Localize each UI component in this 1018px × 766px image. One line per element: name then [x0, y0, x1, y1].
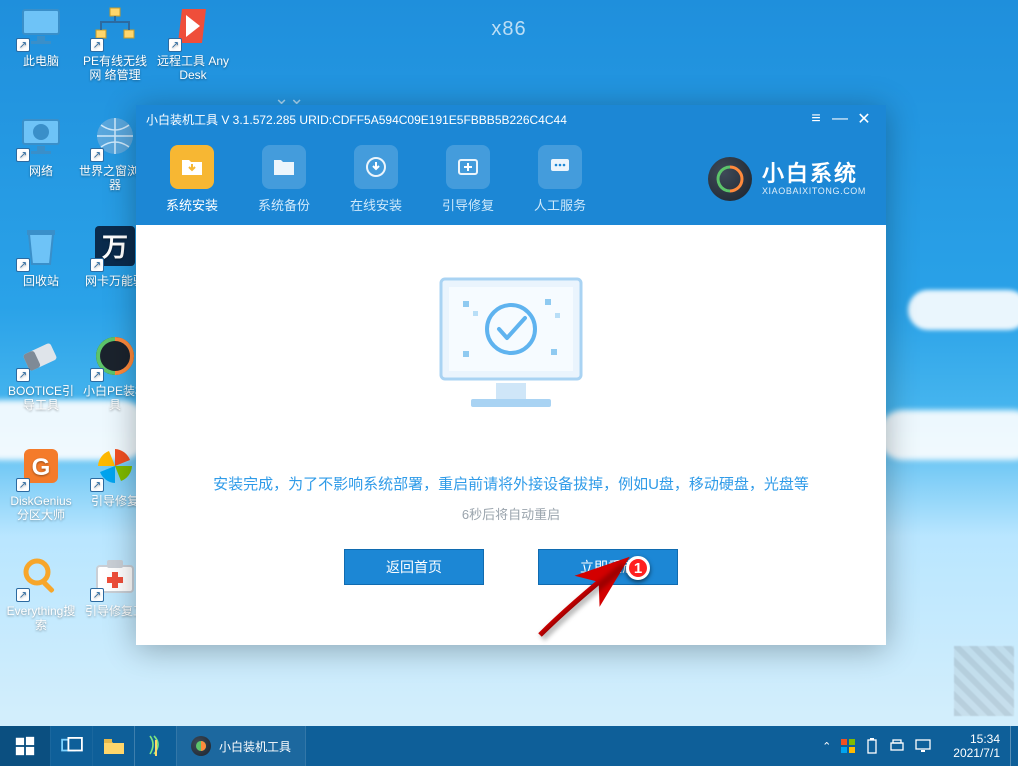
tab-bootfix[interactable]: 引导修复 [422, 145, 514, 214]
clock-date: 2021/7/1 [953, 746, 1000, 760]
desktop-icon-this-pc[interactable]: 此电脑 ↗ [4, 2, 78, 68]
plus-icon [446, 145, 490, 189]
tray-printer-icon[interactable] [889, 739, 905, 753]
desktop-icon-network[interactable]: 网络 ↗ [4, 112, 78, 178]
brand-logo-icon [708, 157, 752, 201]
wifi-icon[interactable] [134, 726, 176, 766]
desktop-icon-label: 远程工具 AnyDesk [156, 54, 230, 82]
close-button[interactable]: ✕ [852, 109, 876, 129]
desktop-icon-label: BOOTICE引 导工具 [4, 384, 78, 412]
taskbar-app-label: 小白装机工具 [219, 738, 291, 755]
watermark-pixels [954, 646, 1014, 716]
desktop-icon-label: DiskGenius 分区大师 [4, 494, 78, 522]
tab-label: 系统安装 [146, 195, 238, 214]
tab-install[interactable]: 系统安装 [146, 145, 238, 214]
tray-chevron-icon[interactable]: ⌃ [822, 740, 831, 753]
folder-icon [262, 145, 306, 189]
shortcut-arrow-icon: ↗ [168, 38, 182, 52]
desktop-icon-label: Everything搜 索 [4, 604, 78, 632]
brand-name: 小白系统 [762, 162, 866, 186]
window-title: 小白装机工具 V 3.1.572.285 URID:CDFF5A594C09E1… [146, 111, 804, 128]
content-area: 安装完成，为了不影响系统部署，重启前请将外接设备拔掉，例如U盘，移动硬盘，光盘等… [136, 225, 886, 645]
desktop-icon-label: 网络 [4, 164, 78, 178]
explorer-button[interactable] [92, 726, 134, 766]
arch-label: x86 [491, 18, 526, 41]
shortcut-arrow-icon: ↗ [16, 588, 30, 602]
brand: 小白系统XIAOBAIXITONG.COM [708, 157, 876, 201]
desktop-icon-label: 此电脑 [4, 54, 78, 68]
shortcut-arrow-icon: ↗ [90, 148, 104, 162]
install-complete-message: 安装完成，为了不影响系统部署，重启前请将外接设备拔掉，例如U盘，移动硬盘，光盘等 [213, 473, 809, 494]
taskbar-clock[interactable]: 15:34 2021/7/1 [943, 726, 1010, 766]
desktop-icon-label: 回收站 [4, 274, 78, 288]
tray-flag-icon[interactable] [841, 739, 855, 753]
taskview-button[interactable] [50, 726, 92, 766]
svg-text:G: G [32, 454, 51, 481]
tray-display-icon[interactable] [915, 739, 931, 753]
brand-url: XIAOBAIXITONG.COM [762, 186, 866, 196]
tray-battery-icon[interactable] [865, 738, 879, 754]
tab-label: 人工服务 [514, 195, 606, 214]
shortcut-arrow-icon: ↗ [90, 368, 104, 382]
minimize-button[interactable]: — [828, 110, 852, 128]
installer-window: 小白装机工具 V 3.1.572.285 URID:CDFF5A594C09E1… [136, 105, 886, 645]
shortcut-arrow-icon: ↗ [90, 588, 104, 602]
system-tray[interactable]: ⌃ [810, 726, 943, 766]
desktop-icon-bootice[interactable]: BOOTICE引 导工具 ↗ [4, 332, 78, 412]
show-desktop-button[interactable] [1010, 726, 1018, 766]
tab-support[interactable]: 人工服务 [514, 145, 606, 214]
annotation-marker-1: 1 [626, 556, 650, 580]
chat-icon [538, 145, 582, 189]
shortcut-arrow-icon: ↗ [90, 478, 104, 492]
toolbar: 系统安装系统备份在线安装引导修复人工服务 小白系统XIAOBAIXITONG.CO… [136, 133, 886, 225]
start-button[interactable] [0, 726, 50, 766]
shortcut-arrow-icon: ↗ [16, 38, 30, 52]
back-home-button[interactable]: 返回首页 [344, 549, 484, 585]
shortcut-arrow-icon: ↗ [16, 148, 30, 162]
shortcut-arrow-icon: ↗ [16, 368, 30, 382]
tab-online[interactable]: 在线安装 [330, 145, 422, 214]
folder-down-icon [170, 145, 214, 189]
countdown-text: 6秒后将自动重启 [462, 504, 560, 523]
titlebar: 小白装机工具 V 3.1.572.285 URID:CDFF5A594C09E1… [136, 105, 886, 133]
desktop-icon-recycle[interactable]: 回收站 ↗ [4, 222, 78, 288]
shortcut-arrow-icon: ↗ [16, 258, 30, 272]
tab-label: 引导修复 [422, 195, 514, 214]
desktop-icon-everything[interactable]: Everything搜 索 ↗ [4, 552, 78, 632]
shortcut-arrow-icon: ↗ [16, 478, 30, 492]
tab-label: 在线安装 [330, 195, 422, 214]
clock-time: 15:34 [953, 732, 1000, 746]
shortcut-arrow-icon: ↗ [90, 38, 104, 52]
desktop-icon-pe-net[interactable]: PE有线无线网 络管理 ↗ [78, 2, 152, 82]
taskbar-app-installer[interactable]: 小白装机工具 [176, 726, 306, 766]
tab-backup[interactable]: 系统备份 [238, 145, 330, 214]
taskbar: 小白装机工具 ⌃ 15:34 2021/7/1 [0, 726, 1018, 766]
svg-text:万: 万 [102, 232, 128, 262]
download-icon [354, 145, 398, 189]
desktop-icon-label: PE有线无线网 络管理 [78, 54, 152, 82]
desktop-icon-anydesk[interactable]: 远程工具 AnyDesk ↗ [156, 2, 230, 82]
desktop-icon-diskgenius[interactable]: G DiskGenius 分区大师 ↗ [4, 442, 78, 522]
success-monitor-icon [411, 269, 611, 429]
tab-label: 系统备份 [238, 195, 330, 214]
shortcut-arrow-icon: ↗ [90, 258, 104, 272]
menu-icon[interactable]: ≡ [804, 110, 828, 128]
